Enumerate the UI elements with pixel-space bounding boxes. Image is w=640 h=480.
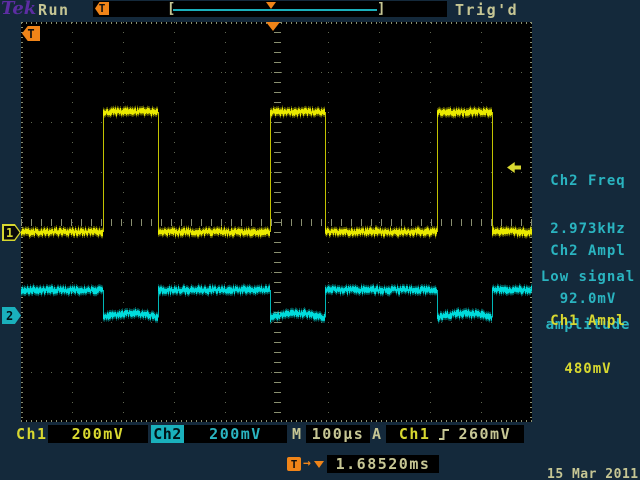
delay-t-icon: T [287, 457, 301, 471]
trigger-readout-label: A [372, 425, 383, 443]
trigger-position-triangle [266, 22, 280, 31]
window-extent-line [173, 9, 377, 11]
delay-t-icon-label: T [291, 458, 298, 471]
graticule-canvas [21, 22, 532, 422]
delay-readout-box: 1.68520ms [327, 455, 439, 473]
ch2-readout-label: Ch2 [153, 425, 182, 443]
datetime: 15 Mar 2011 16:50:20 [547, 437, 639, 480]
acquisition-bar: T [ ] [93, 1, 447, 17]
trigger-position-triangle-bar [266, 2, 276, 9]
ch1-marker-label: 1 [2, 226, 13, 240]
ch1-readout-label: Ch1 [16, 425, 48, 443]
t-icon-label: T [99, 2, 106, 15]
window-bracket-right: ] [377, 1, 385, 17]
delay-readout-value: 1.68520ms [336, 455, 431, 473]
delay-arrow-icon: → [303, 456, 311, 471]
measurement-ch1-ampl: Ch1 Ampl 480mV [533, 281, 640, 409]
tek-logo: Tek [1, 0, 36, 19]
trigger-position-t-icon: T [95, 2, 109, 15]
rising-edge-icon [438, 427, 450, 442]
oscilloscope-screen: Tek Run T [ ] Trig'd T 1 2 Ch2 Freq 2.97… [0, 0, 640, 480]
measurement-label: Ch2 Freq [533, 173, 640, 189]
ch2-readout-badge: Ch2 [151, 425, 184, 443]
timebase-box: 100µs [306, 425, 370, 443]
trigger-status: Trig'd [455, 1, 518, 19]
ch2-scale-box: 200mV [184, 425, 287, 443]
measurement-label: Ch1 Ampl [533, 313, 640, 329]
timebase-value: 100µs [312, 425, 365, 443]
trigger-readout-box: Ch1 260mV [386, 425, 524, 443]
trigger-source: Ch1 [399, 425, 431, 443]
timebase-label: M [292, 425, 303, 443]
acquisition-status: Run [38, 1, 70, 19]
date-text: 15 Mar 2011 [547, 467, 639, 480]
ch2-position-marker: 2 [2, 307, 21, 324]
ch2-scale-value: 200mV [209, 425, 262, 443]
measurement-label: Ch2 Ampl [533, 243, 640, 259]
ch1-scale-box: 200mV [48, 425, 148, 443]
trigger-point-flag-label: T [27, 27, 34, 41]
ch2-marker-label: 2 [2, 309, 13, 323]
ch1-scale-value: 200mV [72, 425, 125, 443]
delay-triangle-icon [314, 461, 324, 468]
ch1-position-marker: 1 [2, 224, 21, 241]
trigger-level-value: 260mV [458, 425, 511, 443]
measurement-value: 480mV [533, 361, 640, 377]
